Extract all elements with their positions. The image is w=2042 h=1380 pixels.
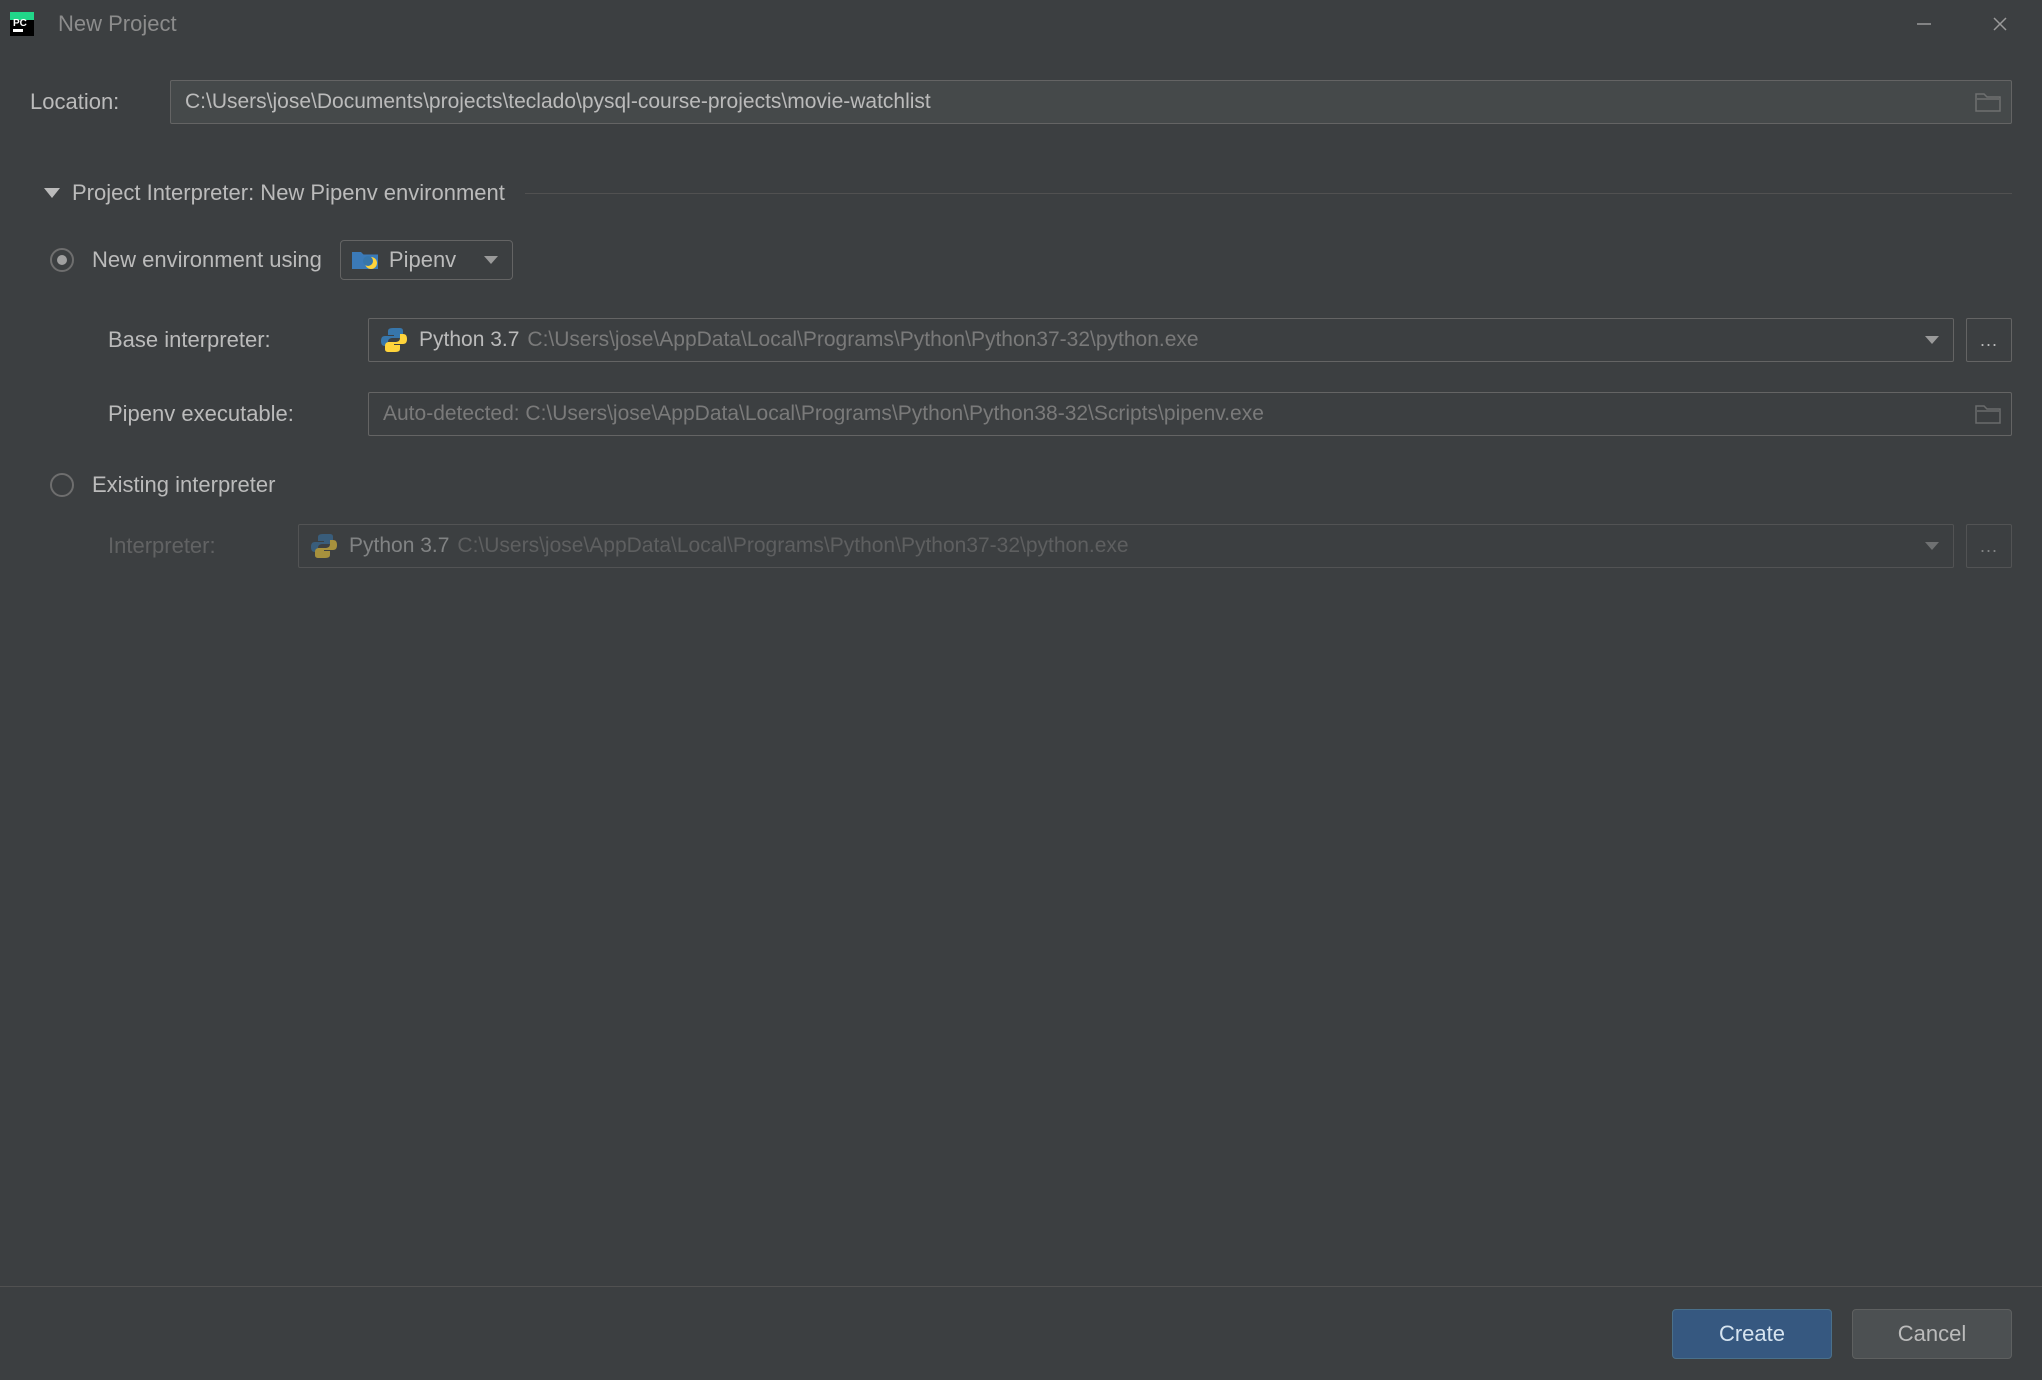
existing-interpreter-radio[interactable]	[50, 473, 74, 497]
base-interpreter-browse-button[interactable]: ...	[1966, 318, 2012, 362]
create-button-label: Create	[1719, 1321, 1785, 1347]
browse-folder-icon[interactable]	[1975, 403, 2001, 425]
close-button[interactable]	[1986, 10, 2014, 38]
location-label: Location:	[30, 89, 170, 115]
pipenv-icon	[351, 249, 379, 271]
titlebar: PC New Project	[0, 0, 2042, 48]
existing-interpreter-dropdown: Python 3.7 C:\Users\jose\AppData\Local\P…	[298, 524, 1954, 568]
svg-text:PC: PC	[13, 18, 27, 29]
base-interpreter-dropdown[interactable]: Python 3.7 C:\Users\jose\AppData\Local\P…	[368, 318, 1954, 362]
chevron-down-icon	[1925, 336, 1939, 344]
existing-interpreter-name: Python 3.7	[349, 534, 449, 558]
pipenv-executable-label: Pipenv executable:	[108, 401, 368, 427]
interpreter-label: Interpreter:	[108, 533, 298, 559]
pipenv-executable-input[interactable]: Auto-detected: C:\Users\jose\AppData\Loc…	[368, 392, 2012, 436]
window-title: New Project	[58, 11, 1910, 37]
chevron-down-icon	[44, 188, 60, 198]
python-icon	[311, 533, 337, 559]
env-tool-dropdown[interactable]: Pipenv	[340, 240, 513, 280]
new-environment-radio[interactable]	[50, 248, 74, 272]
browse-folder-icon[interactable]	[1975, 91, 2001, 113]
dialog-footer: Create Cancel	[0, 1286, 2042, 1380]
chevron-down-icon	[484, 256, 498, 264]
new-environment-label: New environment using	[92, 247, 322, 273]
pipenv-executable-placeholder: Auto-detected: C:\Users\jose\AppData\Loc…	[383, 402, 1975, 426]
interpreter-section-toggle[interactable]: Project Interpreter: New Pipenv environm…	[44, 180, 2012, 206]
env-tool-value: Pipenv	[389, 247, 456, 273]
minimize-button[interactable]	[1910, 10, 1938, 38]
existing-interpreter-path: C:\Users\jose\AppData\Local\Programs\Pyt…	[457, 534, 1925, 558]
cancel-button-label: Cancel	[1898, 1321, 1966, 1347]
existing-interpreter-browse-button: ...	[1966, 524, 2012, 568]
pycharm-icon: PC	[10, 12, 34, 36]
chevron-down-icon	[1925, 542, 1939, 550]
python-icon	[381, 327, 407, 353]
base-interpreter-name: Python 3.7	[419, 328, 519, 352]
create-button[interactable]: Create	[1672, 1309, 1832, 1359]
existing-interpreter-label: Existing interpreter	[92, 472, 275, 498]
base-interpreter-path: C:\Users\jose\AppData\Local\Programs\Pyt…	[527, 328, 1925, 352]
cancel-button[interactable]: Cancel	[1852, 1309, 2012, 1359]
base-interpreter-label: Base interpreter:	[108, 327, 368, 353]
location-value: C:\Users\jose\Documents\projects\teclado…	[185, 90, 1975, 114]
location-input[interactable]: C:\Users\jose\Documents\projects\teclado…	[170, 80, 2012, 124]
section-title: Project Interpreter: New Pipenv environm…	[72, 180, 505, 206]
